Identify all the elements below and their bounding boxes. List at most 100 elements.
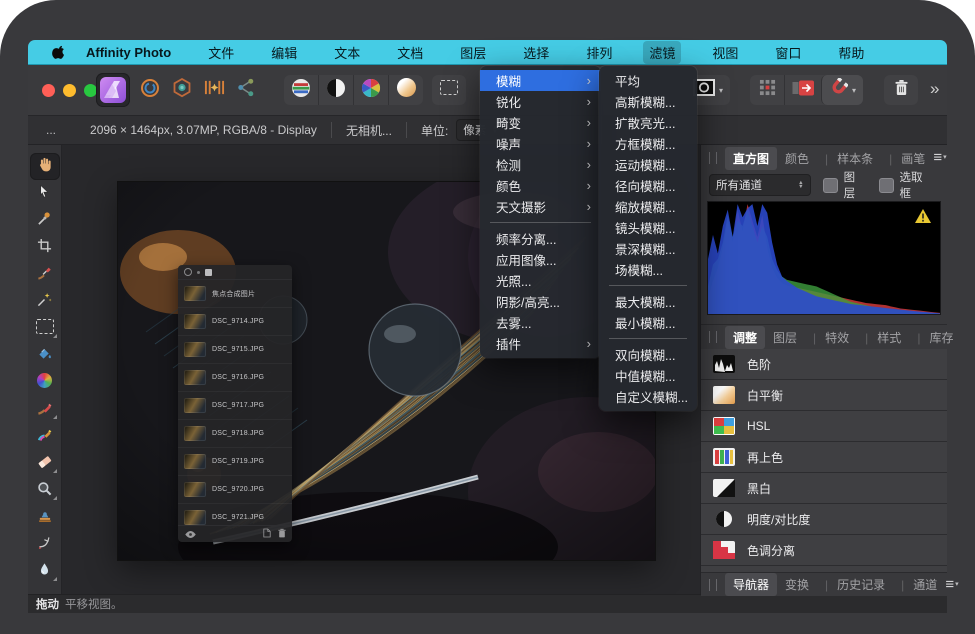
tab-effects[interactable]: 特效	[805, 326, 857, 349]
auto-levels-button[interactable]	[284, 75, 318, 105]
menu-file[interactable]: 文件	[202, 41, 240, 64]
blur-item-bilateral[interactable]: 双向模糊...	[599, 344, 697, 365]
blur-item-maximum[interactable]: 最大模糊...	[599, 291, 697, 312]
filter-item-noise[interactable]: 噪声›	[480, 133, 601, 154]
marquee-tool[interactable]	[30, 315, 60, 342]
clone-stamp-tool[interactable]	[30, 504, 60, 531]
menu-affinity-photo[interactable]: Affinity Photo	[80, 43, 177, 62]
tab-layers[interactable]: 图层	[765, 326, 805, 349]
blur-item-zoom[interactable]: 缩放模糊...	[599, 196, 697, 217]
source-item[interactable]: DSC_9718.JPG	[178, 420, 292, 448]
auto-white-balance-button[interactable]	[388, 75, 423, 105]
menu-window[interactable]: 窗口	[769, 41, 807, 64]
pixel-alignment-button[interactable]	[784, 75, 821, 105]
adjustment-black-white[interactable]: 黑白	[701, 473, 947, 504]
adjustment-hsl[interactable]: HSL	[701, 411, 947, 442]
adjustment-brightness-contrast[interactable]: 明度/对比度	[701, 504, 947, 535]
filter-item-detect[interactable]: 检测›	[480, 154, 601, 175]
export-persona-button[interactable]	[230, 77, 262, 103]
tab-stock[interactable]: 库存	[909, 326, 961, 349]
auto-colors-button[interactable]	[353, 75, 388, 105]
close-button[interactable]	[42, 84, 55, 97]
filter-item-shadows-highlights[interactable]: 阴影/高亮...	[480, 291, 601, 312]
source-item-focus-merge[interactable]: 焦点合成图片	[178, 280, 292, 308]
source-item[interactable]: DSC_9715.JPG	[178, 336, 292, 364]
panel-grip[interactable]	[709, 579, 717, 591]
menu-text[interactable]: 文本	[328, 41, 366, 64]
source-item[interactable]: DSC_9717.JPG	[178, 392, 292, 420]
delete-source-icon[interactable]	[278, 525, 286, 543]
marquee-checkbox[interactable]	[879, 178, 894, 193]
tab-styles[interactable]: 样式	[857, 326, 909, 349]
panel-circle-icon[interactable]	[184, 268, 192, 276]
liquify-persona-button[interactable]	[134, 77, 166, 104]
blur-item-radial[interactable]: 径向模糊...	[599, 175, 697, 196]
preview-eye-icon[interactable]	[184, 525, 197, 543]
panel-grip[interactable]	[709, 152, 717, 164]
filter-item-colours[interactable]: 颜色›	[480, 175, 601, 196]
new-page-icon[interactable]	[263, 525, 271, 543]
blur-item-median[interactable]: 中值模糊...	[599, 365, 697, 386]
menu-view[interactable]: 视图	[706, 41, 744, 64]
crop-tool[interactable]	[30, 234, 60, 261]
menu-document[interactable]: 文档	[391, 41, 429, 64]
filter-item-plugins[interactable]: 插件›	[480, 333, 601, 354]
blur-item-diffuse-glow[interactable]: 扩散亮光...	[599, 112, 697, 133]
tab-colour[interactable]: 颜色	[777, 147, 817, 170]
flood-select-tool[interactable]	[30, 288, 60, 315]
undo-brush-tool[interactable]	[30, 531, 60, 558]
filter-item-distort[interactable]: 畸变›	[480, 112, 601, 133]
blur-item-field[interactable]: 场模糊...	[599, 259, 697, 280]
snapping-button[interactable]: ▾	[821, 75, 863, 105]
menu-arrange[interactable]: 排列	[580, 41, 618, 64]
move-tool[interactable]	[30, 180, 60, 207]
source-item[interactable]: DSC_9720.JPG	[178, 476, 292, 504]
tab-transform[interactable]: 变换	[777, 573, 817, 596]
adjustment-posterize[interactable]: 色调分离	[701, 535, 947, 566]
menu-help[interactable]: 帮助	[832, 41, 870, 64]
zoom-tool[interactable]	[30, 477, 60, 504]
adjustment-recolour[interactable]: 再上色	[701, 442, 947, 473]
context-overflow[interactable]: ...	[46, 123, 56, 137]
source-item[interactable]: DSC_9716.JPG	[178, 364, 292, 392]
blur-item-box[interactable]: 方框模糊...	[599, 133, 697, 154]
blur-item-gaussian[interactable]: 高斯模糊...	[599, 91, 697, 112]
snapping-grid-button[interactable]	[750, 75, 784, 105]
source-item[interactable]: DSC_9721.JPG	[178, 504, 292, 525]
blur-item-depth-of-field[interactable]: 景深模糊...	[599, 238, 697, 259]
camera-info[interactable]: 无相机...	[346, 122, 392, 139]
menu-edit[interactable]: 编辑	[265, 41, 303, 64]
photo-persona-button[interactable]	[96, 73, 130, 107]
apple-icon[interactable]	[52, 45, 66, 59]
tab-histogram[interactable]: 直方图	[725, 147, 777, 170]
develop-persona-button[interactable]	[166, 77, 198, 104]
panel-grid-view-icon[interactable]	[205, 269, 212, 276]
layers-checkbox[interactable]	[823, 178, 838, 193]
blur-item-average[interactable]: 平均	[599, 70, 697, 91]
adjustment-white-balance[interactable]: 白平衡	[701, 380, 947, 411]
menu-filters[interactable]: 滤镜	[643, 41, 681, 64]
tab-swatches[interactable]: 样本条	[817, 147, 881, 170]
filter-item-astrophotography[interactable]: 天文摄影›	[480, 196, 601, 217]
panel-menu-icon[interactable]: ≡▾	[933, 153, 946, 163]
tab-adjustment[interactable]: 调整	[725, 326, 765, 349]
blur-item-motion[interactable]: 运动模糊...	[599, 154, 697, 175]
color-picker-tool[interactable]	[30, 207, 60, 234]
source-item[interactable]: DSC_9714.JPG	[178, 308, 292, 336]
auto-contrast-button[interactable]	[318, 75, 353, 105]
adjustment-levels[interactable]: 色阶	[701, 349, 947, 380]
source-item[interactable]: DSC_9719.JPG	[178, 448, 292, 476]
filter-item-blur[interactable]: 模糊›	[480, 70, 601, 91]
panel-menu-icon[interactable]: ≡▾	[945, 580, 958, 590]
filter-item-lighting[interactable]: 光照...	[480, 270, 601, 291]
panel-grip[interactable]	[709, 331, 717, 343]
color-replacement-brush-tool[interactable]	[30, 423, 60, 450]
filter-item-frequency-separation[interactable]: 频率分离...	[480, 228, 601, 249]
selection-brush-tool[interactable]	[30, 261, 60, 288]
channel-select[interactable]: 所有通道 ▲▼	[709, 174, 811, 196]
tone-mapping-persona-button[interactable]	[198, 77, 230, 103]
blur-tool[interactable]	[30, 558, 60, 585]
minimize-button[interactable]	[63, 84, 76, 97]
blur-item-lens[interactable]: 镜头模糊...	[599, 217, 697, 238]
flood-fill-tool[interactable]	[30, 342, 60, 369]
